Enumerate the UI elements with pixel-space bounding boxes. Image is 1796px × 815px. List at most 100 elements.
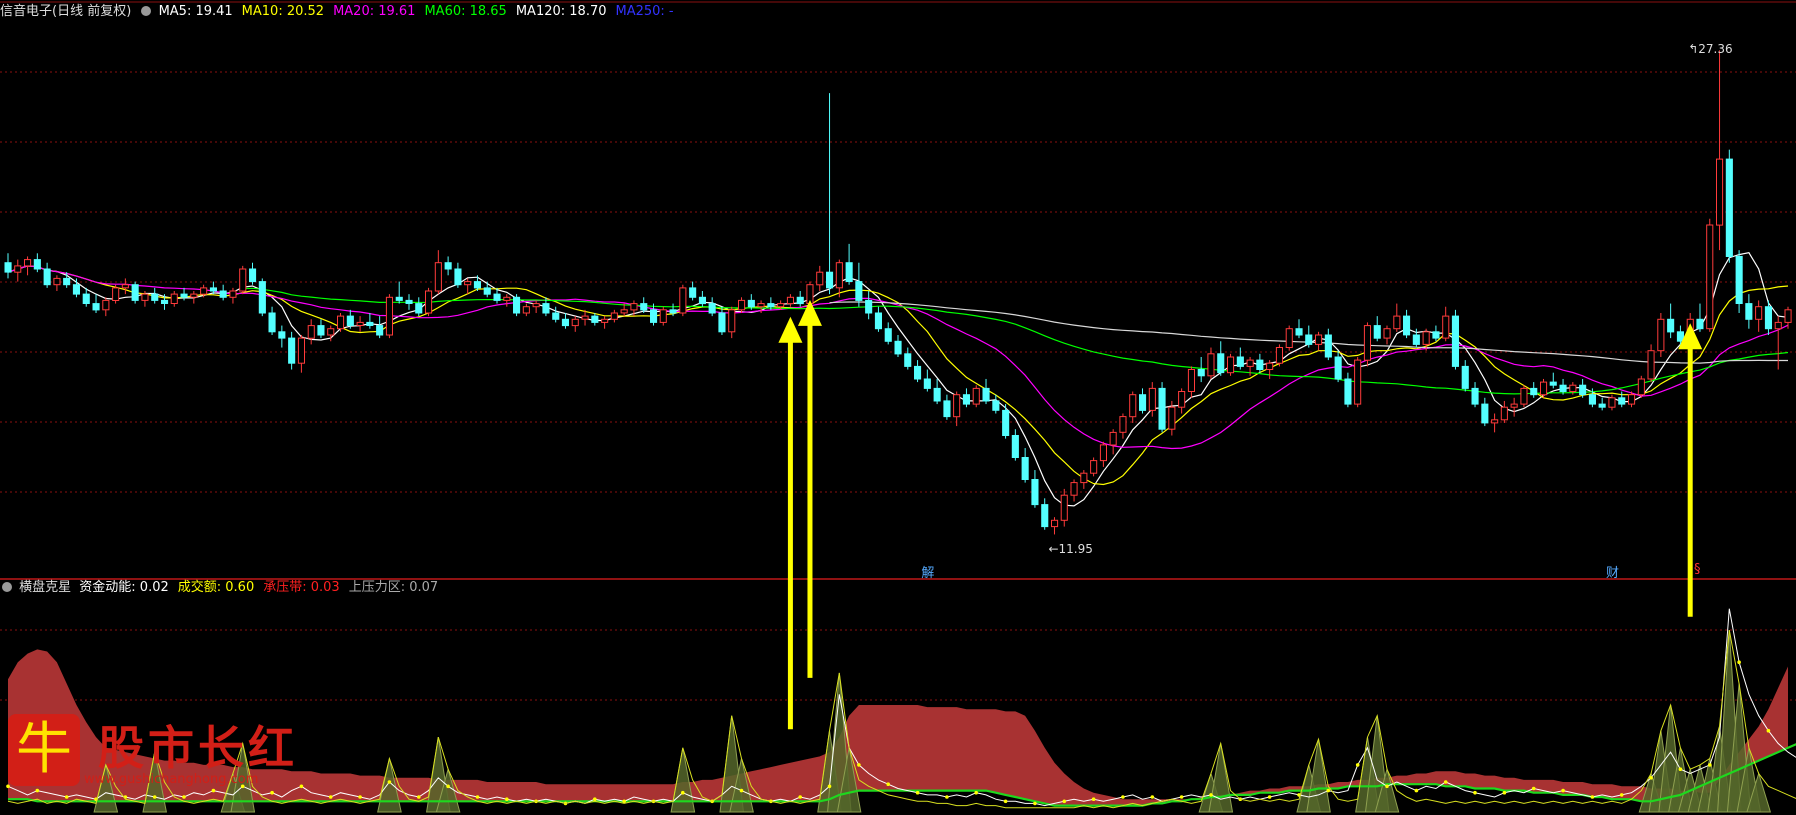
indicator-legend-2: 承压带: 0.03 — [263, 580, 340, 595]
volume-point — [739, 788, 744, 793]
candle-body — [1207, 353, 1215, 377]
ma-legend-items: MA5: 19.41 MA10: 20.52 MA20: 19.61 MA60: 18… — [159, 4, 683, 19]
candle-body — [1735, 255, 1743, 304]
volume-point — [446, 784, 450, 789]
candle-body — [405, 299, 413, 304]
candle-body — [757, 303, 765, 308]
candle-body — [865, 299, 873, 314]
volume-point — [857, 763, 861, 767]
candle-body — [620, 309, 628, 314]
candle-body — [953, 394, 961, 418]
candle-body — [1129, 394, 1137, 418]
candle-body — [1295, 328, 1303, 336]
candle-body — [1236, 356, 1244, 367]
candle-body — [1070, 482, 1078, 496]
candle-body — [493, 293, 501, 301]
candle-body — [1227, 356, 1235, 374]
candle-body — [894, 340, 902, 355]
volume-point — [1179, 795, 1184, 799]
candle-body — [1266, 362, 1274, 371]
candle-body — [1461, 365, 1469, 389]
volume-point — [798, 795, 802, 799]
candle-body — [835, 262, 843, 289]
candle-body — [1451, 315, 1460, 367]
ma60-line — [242, 287, 1789, 395]
candle-body — [317, 325, 325, 336]
ma-legend-3: MA60: 18.65 — [424, 4, 507, 19]
candle-body — [464, 281, 472, 286]
candle-body — [72, 284, 81, 295]
candle-body — [1099, 444, 1108, 462]
candle-body — [1725, 158, 1733, 258]
candle-body — [659, 309, 667, 323]
ma20-line — [7, 265, 1789, 450]
candle-body — [415, 303, 423, 314]
candle-body — [1148, 387, 1156, 411]
candle-body — [1608, 397, 1616, 408]
candle-body — [552, 312, 560, 320]
candle-body — [1530, 387, 1538, 396]
settings-dot-icon[interactable] — [141, 6, 152, 16]
candle-body — [425, 290, 433, 314]
candle-body — [1549, 381, 1557, 386]
candle-body — [1285, 328, 1293, 349]
event-marker-2: § — [1693, 562, 1701, 577]
volume-point — [593, 797, 597, 801]
candle-body — [884, 328, 892, 342]
stock-chart[interactable] — [0, 0, 1796, 815]
candle-body — [337, 315, 345, 330]
candle-body — [1383, 328, 1391, 339]
candle-body — [1109, 431, 1117, 446]
candle-body — [1217, 353, 1225, 374]
candle-body — [914, 365, 922, 380]
candle-body — [239, 268, 247, 292]
candle-body — [1051, 519, 1059, 528]
candlesticks[interactable] — [4, 50, 1792, 535]
candle-body — [1618, 397, 1626, 405]
candle-body — [610, 312, 618, 320]
volume-point — [1473, 790, 1477, 795]
candle-body — [1090, 460, 1098, 474]
volume-point — [1326, 788, 1331, 793]
candle-body — [151, 293, 159, 301]
candle-body — [121, 284, 129, 289]
candle-body — [1119, 416, 1127, 433]
ma-legend-4: MA120: 18.70 — [515, 4, 607, 19]
volume-point — [1619, 793, 1624, 797]
candle-body — [346, 315, 354, 327]
volume-point — [475, 795, 480, 799]
candle-body — [92, 303, 100, 311]
ma-legend-0: MA5: 19.41 — [158, 4, 233, 19]
ma10-line — [7, 265, 1789, 486]
candle-body — [53, 277, 61, 286]
candle-body — [483, 287, 491, 295]
candle-body — [904, 353, 912, 367]
candle-body — [1324, 334, 1332, 358]
candle-body — [796, 296, 804, 305]
candle-body — [708, 303, 716, 314]
ma-legend-5: MA250: - — [615, 4, 674, 19]
candle-body — [503, 296, 511, 301]
candle-body — [219, 290, 227, 298]
volume-point — [1150, 795, 1155, 799]
volume-point — [1561, 788, 1565, 793]
watermark-url: www.gushichanghong.com — [84, 772, 259, 787]
low-price-label: ←11.95 — [1048, 542, 1093, 557]
candle-body — [1334, 356, 1342, 380]
candle-body — [1442, 315, 1450, 339]
candle-body — [640, 303, 648, 311]
candle-body — [1168, 406, 1176, 430]
volume-point — [328, 795, 333, 799]
settings-dot-icon[interactable] — [2, 582, 12, 592]
candle-body — [63, 277, 71, 286]
volume-point — [1385, 784, 1389, 789]
candle-body — [1588, 394, 1597, 405]
candle-body — [933, 387, 941, 402]
volume-point — [1062, 799, 1067, 804]
candle-body — [874, 312, 883, 330]
indicator-legend-items: 资金动能: 0.02 成交额: 0.60 承压带: 0.03 上压力区: 0.07 — [79, 580, 447, 595]
candle-body — [1256, 359, 1264, 371]
candle-body — [630, 303, 638, 311]
volume-point — [945, 795, 949, 799]
volume-point — [681, 790, 685, 795]
